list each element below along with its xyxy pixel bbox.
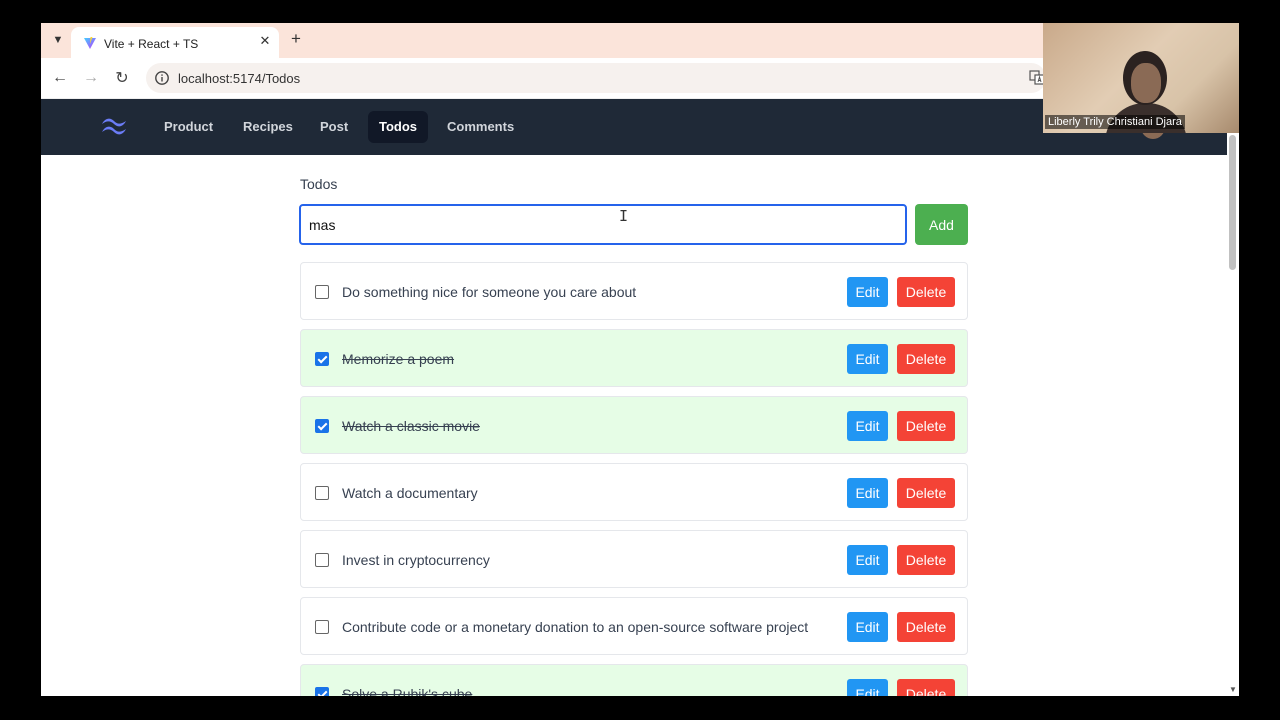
page-scrollbar[interactable]: ▼ <box>1227 133 1239 696</box>
browser-tab[interactable]: Vite + React + TS ✕ <box>71 27 279 58</box>
todo-text: Memorize a poem <box>342 351 455 367</box>
todo-checkbox[interactable] <box>315 687 329 696</box>
todo-text: Do something nice for someone you care a… <box>342 284 637 300</box>
webcam-name-label: Liberly Trily Christiani Djara <box>1045 115 1185 129</box>
todo-checkbox[interactable] <box>315 285 329 299</box>
close-icon[interactable]: ✕ <box>257 33 273 49</box>
scrollbar-thumb[interactable] <box>1229 135 1236 270</box>
edit-button[interactable]: Edit <box>847 478 888 508</box>
back-icon[interactable]: ← <box>50 68 70 88</box>
new-tab-icon[interactable]: + <box>287 29 305 48</box>
edit-button[interactable]: Edit <box>847 612 888 642</box>
todo-input[interactable] <box>299 204 907 245</box>
todo-item: Contribute code or a monetary donation t… <box>300 597 968 655</box>
edit-button[interactable]: Edit <box>847 545 888 575</box>
todo-item: Memorize a poem Edit Delete <box>300 329 968 387</box>
tailwind-logo-icon[interactable] <box>99 115 131 137</box>
nav-link-comments[interactable]: Comments <box>436 111 525 143</box>
todo-text: Watch a documentary <box>342 485 478 501</box>
nav-link-post[interactable]: Post <box>309 111 359 143</box>
todo-item: Watch a classic movie Edit Delete <box>300 396 968 454</box>
tab-search-chevron-icon[interactable]: ▼ <box>49 31 67 49</box>
todo-item: Solve a Rubik's cube Edit Delete <box>300 664 968 696</box>
todo-checkbox[interactable] <box>315 352 329 366</box>
edit-button[interactable]: Edit <box>847 411 888 441</box>
todo-checkbox[interactable] <box>315 486 329 500</box>
nav-link-product[interactable]: Product <box>153 111 224 143</box>
todo-text: Watch a classic movie <box>342 418 480 434</box>
todo-text: Invest in cryptocurrency <box>342 552 490 568</box>
add-button[interactable]: Add <box>915 204 968 245</box>
delete-button[interactable]: Delete <box>897 344 955 374</box>
todo-text: Solve a Rubik's cube <box>342 686 473 696</box>
url-text: localhost:5174/Todos <box>178 71 301 86</box>
todo-text: Contribute code or a monetary donation t… <box>342 619 809 635</box>
site-info-icon[interactable] <box>154 70 170 86</box>
tab-title: Vite + React + TS <box>104 37 199 51</box>
delete-button[interactable]: Delete <box>897 478 955 508</box>
delete-button[interactable]: Delete <box>897 411 955 441</box>
todo-checkbox[interactable] <box>315 620 329 634</box>
nav-link-recipes[interactable]: Recipes <box>232 111 304 143</box>
address-bar[interactable]: localhost:5174/Todos <box>146 63 1046 93</box>
edit-button[interactable]: Edit <box>847 344 888 374</box>
todo-item: Invest in cryptocurrency Edit Delete <box>300 530 968 588</box>
text-cursor-icon: I <box>619 207 629 225</box>
reload-icon[interactable]: ↻ <box>112 68 132 88</box>
todo-checkbox[interactable] <box>315 419 329 433</box>
edit-button[interactable]: Edit <box>847 277 888 307</box>
todo-item: Do something nice for someone you care a… <box>300 262 968 320</box>
webcam-person-face <box>1131 63 1161 103</box>
edit-button[interactable]: Edit <box>847 679 888 696</box>
delete-button[interactable]: Delete <box>897 545 955 575</box>
delete-button[interactable]: Delete <box>897 612 955 642</box>
vite-favicon-icon <box>84 37 96 49</box>
forward-icon[interactable]: → <box>81 68 101 88</box>
nav-link-todos[interactable]: Todos <box>368 111 429 143</box>
todo-item: Watch a documentary Edit Delete <box>300 463 968 521</box>
webcam-overlay: Liberly Trily Christiani Djara <box>1043 23 1239 133</box>
page-title: Todos <box>300 176 338 192</box>
delete-button[interactable]: Delete <box>897 277 955 307</box>
todo-checkbox[interactable] <box>315 553 329 567</box>
delete-button[interactable]: Delete <box>897 679 955 696</box>
scroll-down-icon[interactable]: ▼ <box>1229 685 1237 694</box>
